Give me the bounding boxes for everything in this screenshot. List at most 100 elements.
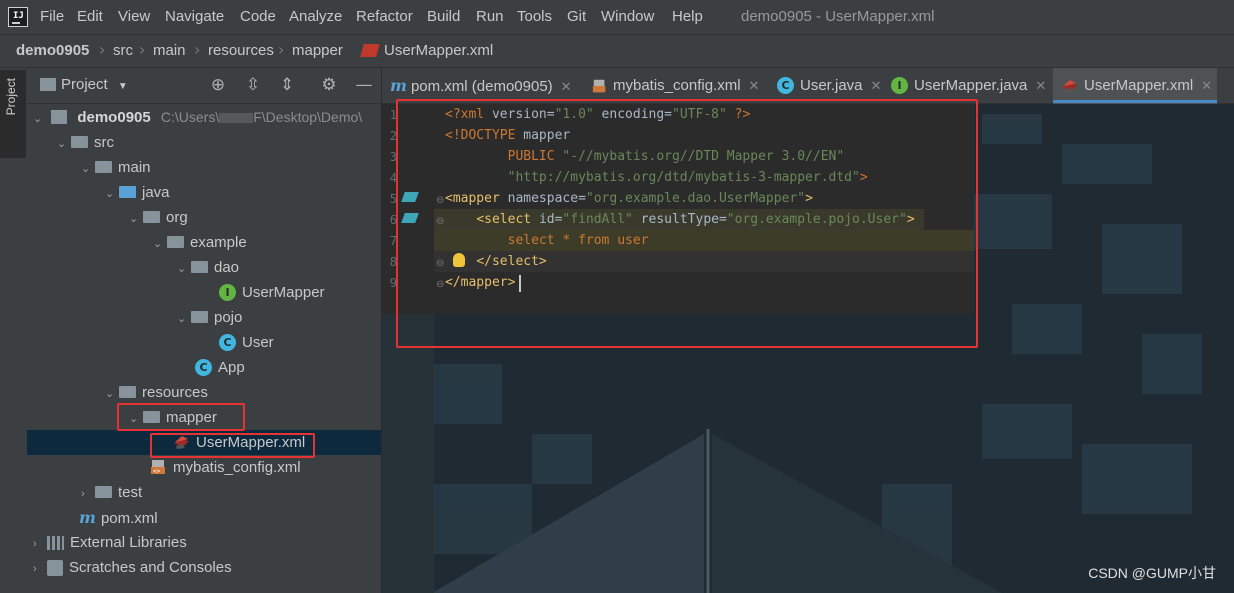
tree-item-usermapper-interface[interactable]: I UserMapper [219,280,325,305]
code-highlight-box [396,99,978,348]
menu-item-analyze[interactable]: Analyze [289,8,342,25]
menu-item-code[interactable]: Code [240,8,276,25]
runnable-class-icon: C [195,358,212,376]
tree-item-org[interactable]: ⌄ org [129,205,188,230]
tree-item-pojo[interactable]: ⌄ pojo [177,305,242,330]
tree-item-main[interactable]: ⌄ main [81,155,151,180]
menu-item-refactor[interactable]: Refactor [356,8,413,25]
breadcrumb-item[interactable]: UserMapper.xml [384,42,493,59]
tree-item-demo0905[interactable]: ⌄ demo0905 C:\Users\ F\Desktop\Demo\ [33,105,362,130]
library-icon [47,536,64,551]
tree-item-label: UserMapper [242,284,325,301]
menu-item-edit[interactable]: Edit [77,8,103,25]
source-folder-icon [119,186,136,199]
intellij-logo-icon[interactable]: IJ [8,7,28,27]
redacted-path-segment [219,113,254,124]
tree-item-mybatis-config[interactable]: <> mybatis_config.xml [150,455,301,480]
tree-item-label: App [218,359,245,376]
menu-item-tools[interactable]: Tools [517,8,552,25]
tree-item-label: src [94,134,114,151]
chevron-down-icon: ⌄ [177,263,187,275]
tree-item-label: demo0905 [77,109,151,126]
class-icon: C [777,76,794,94]
project-view-label: Project [61,76,108,93]
chevron-down-icon: ⌄ [105,188,115,200]
line-number: 8 [389,255,397,269]
tree-item-src[interactable]: ⌄ src [57,130,114,155]
chevron-right-icon: › [81,488,85,500]
close-icon[interactable]: ✕ [871,78,882,93]
usermapper-xml-highlight-box [150,433,315,458]
tree-item-test[interactable]: › test [81,480,142,505]
menu-item-run[interactable]: Run [476,8,504,25]
minimize-icon[interactable]: — [353,74,375,96]
tree-item-user-class[interactable]: C User [219,330,274,355]
chevron-right-icon: › [33,563,37,575]
chevron-right-icon: › [194,40,201,59]
breadcrumb-item[interactable]: src [113,42,133,59]
close-icon[interactable]: ✕ [1201,78,1212,93]
collapse-all-icon[interactable]: ⇕ [276,74,298,96]
line-number: 3 [389,150,397,164]
chevron-down-icon: ⌄ [57,138,67,150]
menu-item-navigate[interactable]: Navigate [165,8,224,25]
tree-item-external-libraries[interactable]: › External Libraries [33,530,187,555]
close-icon[interactable]: ✕ [749,78,760,93]
project-view-dropdown[interactable]: Project ▼ [61,76,128,93]
menu-item-git[interactable]: Git [567,8,586,25]
breadcrumb-item[interactable]: demo0905 [16,42,89,59]
menu-item-view[interactable]: View [118,8,150,25]
menu-item-file[interactable]: File [40,8,64,25]
line-number: 2 [389,129,397,143]
chevron-right-icon: › [99,40,106,59]
tree-item-label: resources [142,384,208,401]
watermark: CSDN @GUMP小甘 [1088,565,1216,581]
line-number: 1 [389,108,397,122]
tree-item-label: User [242,334,274,351]
crosshair-icon[interactable]: ⊕ [207,74,229,96]
menu-item-help[interactable]: Help [672,8,703,25]
folder-icon [71,136,88,149]
tree-item-scratches[interactable]: › Scratches and Consoles [33,555,232,580]
close-icon[interactable]: ✕ [1035,78,1046,93]
tree-item-dao[interactable]: ⌄ dao [177,255,239,280]
chevron-down-icon: ⌄ [153,238,163,250]
tab-label: pom.xml (demo0905) [410,78,553,95]
breadcrumb-item[interactable]: main [153,42,186,59]
tree-item-pom[interactable]: m pom.xml [79,505,158,530]
class-icon: C [219,333,236,351]
module-icon [51,110,68,125]
scratches-icon [47,560,63,577]
tab-usermapper-xml[interactable]: UserMapper.xml ✕ [1061,68,1212,104]
tree-item-label: External Libraries [70,534,187,551]
breadcrumb-item[interactable]: resources [208,42,274,59]
svg-text:<>: <> [153,468,161,475]
expand-all-icon[interactable]: ⇳ [242,74,264,96]
tree-item-example[interactable]: ⌄ example [153,230,247,255]
menu-item-window[interactable]: Window [601,8,654,25]
xml-file-icon: <> [151,460,165,475]
chevron-right-icon: › [33,538,37,550]
chevron-down-icon: ⌄ [33,113,43,125]
gear-icon[interactable]: ⚙ [318,74,340,96]
tree-item-label: pojo [214,309,243,326]
breadcrumb-item[interactable]: mapper [292,42,343,59]
tab-label: UserMapper.java [914,77,1028,94]
line-number: 6 [389,213,397,227]
tree-item-label: org [166,209,188,226]
tree-item-resources[interactable]: ⌄ resources [105,380,208,405]
window-title: demo0905 - UserMapper.xml [741,8,935,25]
tree-item-app-class[interactable]: C App [195,355,245,380]
tree-item-label: java [142,184,170,201]
chevron-down-icon: ▼ [117,81,128,92]
tree-item-label: mybatis_config.xml [173,459,301,476]
maven-icon: m [79,508,96,527]
interface-icon: I [891,76,908,94]
chevron-down-icon: ⌄ [177,313,187,325]
tree-item-java[interactable]: ⌄ java [105,180,170,205]
close-icon[interactable]: ✕ [561,79,572,94]
chevron-down-icon: ⌄ [81,163,91,175]
tree-item-label: Scratches and Consoles [69,559,232,576]
menu-item-build[interactable]: Build [427,8,460,25]
tab-label: UserMapper.xml [1084,77,1194,94]
